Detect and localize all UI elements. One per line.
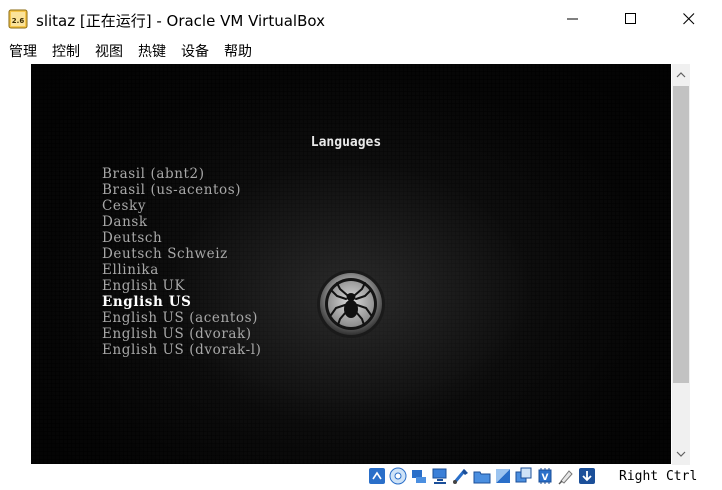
chevron-up-icon — [676, 72, 686, 78]
status-bar: V Right Ctrl — [0, 465, 722, 490]
shared-folders-icon[interactable] — [473, 467, 491, 485]
window-title: slitaz [正在运行] - Oracle VM VirtualBox — [36, 12, 325, 30]
optical-disk-icon[interactable] — [389, 467, 407, 485]
language-option[interactable]: Deutsch Schweiz — [102, 246, 262, 262]
chevron-down-icon — [676, 451, 686, 457]
menu-view[interactable]: 视图 — [95, 41, 123, 61]
menu-manage[interactable]: 管理 — [9, 41, 37, 61]
keyboard-capture-icon[interactable] — [578, 467, 596, 485]
languages-heading: Languages — [310, 135, 382, 150]
virtualbox-app-icon[interactable]: 2.6 — [8, 9, 28, 29]
language-option[interactable]: Ellinika — [102, 262, 262, 278]
vertical-scrollbar[interactable] — [672, 64, 690, 465]
language-option[interactable]: English UK — [102, 278, 262, 294]
language-option[interactable]: English US (dvorak-l) — [102, 342, 262, 358]
usb-icon[interactable] — [452, 467, 470, 485]
display-icon[interactable] — [494, 467, 512, 485]
close-icon — [683, 13, 695, 25]
vm-display[interactable]: Languages Brasil (abnt2) Brasil (us-acen… — [31, 64, 671, 464]
vm-client-area: Languages Brasil (abnt2) Brasil (us-acen… — [0, 64, 722, 465]
network-icon[interactable] — [431, 467, 449, 485]
cpu-icon[interactable]: V — [536, 467, 554, 485]
language-option[interactable]: Dansk — [102, 214, 262, 230]
video-capture-icon[interactable] — [515, 467, 533, 485]
spider-icon — [317, 270, 385, 338]
language-option[interactable]: Deutsch — [102, 230, 262, 246]
language-option[interactable]: Cesky — [102, 198, 262, 214]
scroll-thumb[interactable] — [673, 86, 689, 383]
title-bar: 2.6 slitaz [正在运行] - Oracle VM VirtualBox — [0, 0, 722, 38]
menu-devices[interactable]: 设备 — [181, 41, 209, 61]
language-option[interactable]: Brasil (us-acentos) — [102, 182, 262, 198]
language-option[interactable]: English US (dvorak) — [102, 326, 262, 342]
menu-bar: 管理 控制 视图 热键 设备 帮助 — [0, 38, 722, 64]
host-key-label: Right Ctrl — [619, 469, 698, 484]
svg-text:V: V — [542, 473, 549, 483]
scroll-down-button[interactable] — [672, 443, 690, 465]
minimize-icon — [567, 18, 578, 20]
menu-help[interactable]: 帮助 — [224, 41, 252, 61]
minimize-button[interactable] — [550, 0, 596, 38]
menu-hotkeys[interactable]: 热键 — [138, 41, 166, 61]
app-icon-label: 2.6 — [12, 17, 25, 25]
audio-icon[interactable] — [410, 467, 428, 485]
maximize-button[interactable] — [608, 0, 654, 38]
hard-disk-icon[interactable] — [368, 467, 386, 485]
language-list[interactable]: Brasil (abnt2) Brasil (us-acentos) Cesky… — [102, 166, 262, 358]
language-option[interactable]: Brasil (abnt2) — [102, 166, 262, 182]
scroll-up-button[interactable] — [672, 64, 690, 86]
language-option[interactable]: English US (acentos) — [102, 310, 262, 326]
close-button[interactable] — [666, 0, 712, 38]
mouse-integration-icon[interactable] — [557, 467, 575, 485]
menu-control[interactable]: 控制 — [52, 41, 80, 61]
maximize-icon — [625, 13, 636, 24]
language-option-selected[interactable]: English US — [102, 294, 262, 310]
